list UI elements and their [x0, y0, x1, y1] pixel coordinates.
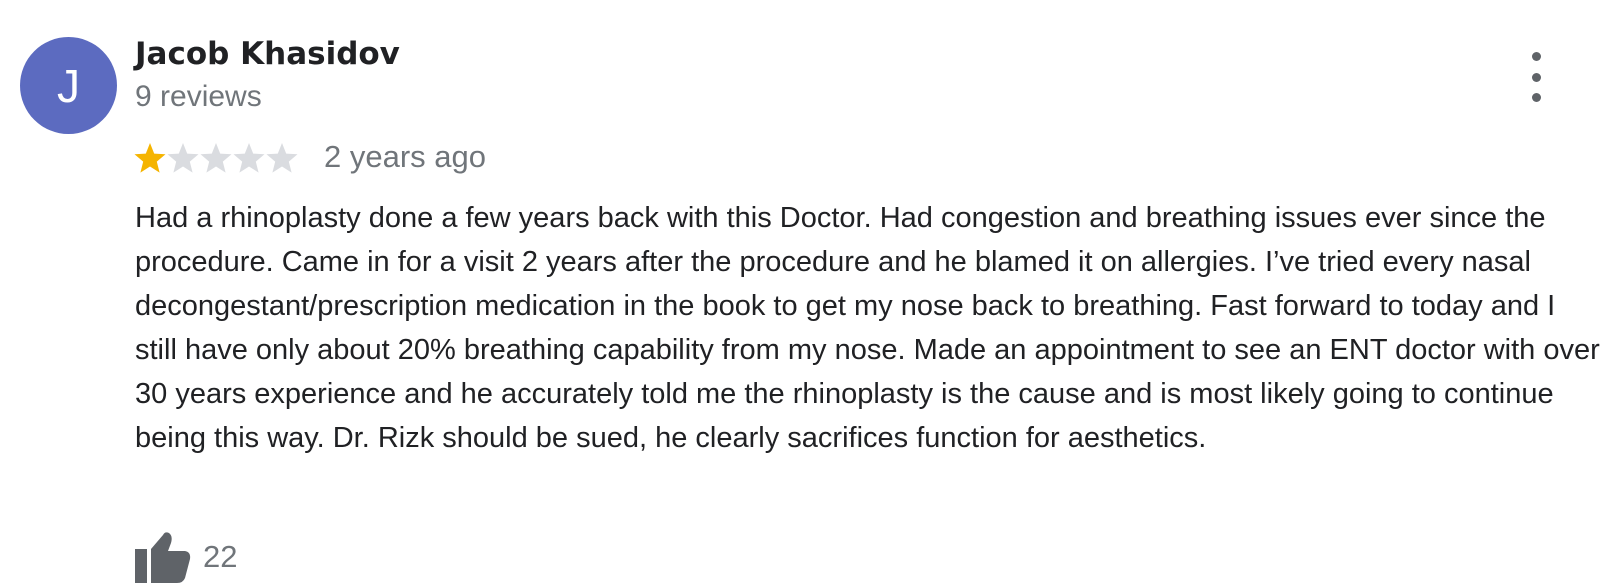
star-empty-icon — [167, 143, 199, 173]
more-vert-icon-dot — [1531, 72, 1541, 82]
author-review-count[interactable]: 9 reviews — [135, 80, 262, 114]
star-empty-icon — [200, 143, 232, 173]
author-name[interactable]: Jacob Khasidov — [135, 36, 400, 72]
review-card: J Jacob Khasidov 9 reviews 2 years ago H… — [0, 0, 1600, 588]
more-vert-icon-dot — [1531, 93, 1541, 102]
star-rating — [133, 140, 298, 176]
review-text: Had a rhinoplasty done a few years back … — [135, 202, 1600, 454]
star-empty-icon — [266, 143, 298, 173]
more-options-button[interactable] — [1516, 52, 1556, 102]
like-button[interactable]: 22 — [135, 531, 237, 583]
avatar[interactable]: J — [20, 37, 117, 134]
more-vert-icon — [1531, 52, 1541, 61]
star-empty-icon — [233, 143, 265, 173]
thumb-up-icon — [135, 532, 191, 583]
review-timestamp: 2 years ago — [324, 139, 486, 174]
star-filled-icon — [134, 143, 166, 173]
like-count: 22 — [203, 539, 238, 574]
avatar-initial: J — [57, 59, 80, 112]
